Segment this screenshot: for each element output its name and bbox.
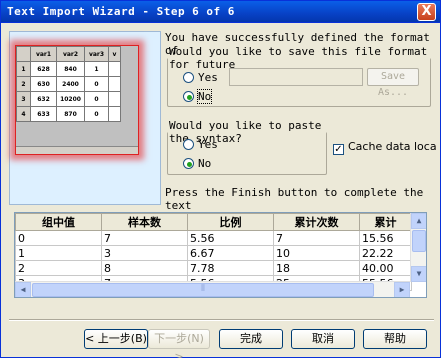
preview-cell: 2 [16,76,31,92]
preview-scrollbar [16,146,138,154]
preview-cell: 0 [84,91,109,107]
preview-cell: 840 [56,61,85,77]
scroll-right-icon[interactable]: ▶ [394,282,410,297]
preview-cell: 633 [30,106,57,122]
preview-cell: 0 [84,106,109,122]
save-as-button[interactable]: Save As... [367,68,419,98]
grid-header[interactable]: 比例 [187,213,274,231]
preview-corner [16,46,31,62]
paste-yes-radio[interactable]: Yes [183,138,218,151]
next-button[interactable]: 下一步(N) > [148,329,210,358]
preview-cell: 3 [16,91,31,107]
grid-cell: 40.00 [359,260,412,276]
close-button[interactable]: X [417,3,436,21]
grid-cell: 2 [15,260,102,276]
wizard-window: Text Import Wizard - Step 6 of 6 X var1 … [0,0,441,358]
grid-horizontal-scrollbar[interactable]: ◀ ⦀ ▶ [15,281,410,297]
scroll-left-icon[interactable]: ◀ [15,282,31,297]
preview-cell: 632 [30,91,57,107]
title-bar[interactable]: Text Import Wizard - Step 6 of 6 X [1,1,440,23]
divider [9,319,434,321]
help-button[interactable]: 帮助 [363,329,427,349]
cancel-button[interactable]: 取消 [291,329,355,349]
data-grid-table: 组中值 样本数 比例 累计次数 累计 0 7 5.56 7 15.56 1 3 6.67 10… [15,213,412,291]
grid-cell: 7 [273,230,360,246]
grid-cell: 7 [101,230,188,246]
preview-cell: 2400 [56,76,85,92]
cache-data-checkbox[interactable]: ✓ Cache data loca [333,140,437,155]
grid-cell: 5.56 [187,230,274,246]
paste-no-radio[interactable]: No [183,157,211,170]
window-title: Text Import Wizard - Step 6 of 6 [7,5,235,18]
scroll-up-icon[interactable]: ▲ [411,213,426,229]
save-yes-radio[interactable]: Yes [183,71,218,84]
radio-selected-icon [183,91,194,102]
cache-data-label: Cache data loca [348,140,437,153]
radio-icon [183,139,194,150]
paste-yes-label: Yes [198,138,218,151]
grid-cell: 22.22 [359,245,412,261]
scroll-down-icon[interactable]: ▼ [411,266,426,282]
preview-header: var1 [30,46,57,62]
grid-cell: 1 [15,245,102,261]
back-button[interactable]: < 上一步(B) [84,329,148,349]
preview-cell: 4 [16,106,31,122]
grid-cell: 15.56 [359,230,412,246]
scroll-thumb-vertical[interactable] [412,230,426,252]
save-no-label: No [196,89,213,104]
grid-header[interactable]: 累计 [359,213,412,231]
preview-cell: 10200 [56,91,85,107]
preview-cell: 1 [16,61,31,77]
checkmark-icon: ✓ [333,144,344,155]
grid-header[interactable]: 样本数 [101,213,188,231]
scroll-thumb-horizontal[interactable]: ⦀ [32,283,374,297]
save-yes-label: Yes [198,71,218,84]
finish-instruction: Press the Finish button to complete the … [165,186,424,212]
preview-header: var2 [56,46,85,62]
table-row: 1 3 6.67 10 22.22 [15,245,412,261]
data-grid[interactable]: 组中值 样本数 比例 累计次数 累计 0 7 5.56 7 15.56 1 3 6.67 10… [14,212,427,298]
grid-cell: 3 [101,245,188,261]
finish-button[interactable]: 完成 [219,329,283,349]
preview-cell: 630 [30,76,57,92]
grid-header[interactable]: 累计次数 [273,213,360,231]
grid-cell: 8 [101,260,188,276]
grid-header[interactable]: 组中值 [15,213,102,231]
radio-icon [183,72,194,83]
preview-cell: 628 [30,61,57,77]
preview-cell: 1 [84,61,109,77]
radio-selected-icon [183,158,194,169]
grid-cell: 10 [273,245,360,261]
table-row: 0 7 5.56 7 15.56 [15,230,412,246]
save-no-radio[interactable]: No [183,89,213,104]
grid-vertical-scrollbar[interactable]: ▲ ▼ [410,213,426,282]
file-format-field[interactable] [229,68,363,86]
grid-cell: 6.67 [187,245,274,261]
preview-cell: 870 [56,106,85,122]
table-row: 2 8 7.78 18 40.00 [15,260,412,276]
preview-image: var1 var2 var3 v 1 628 840 1 2 630 2400 0 3 632… [15,45,139,155]
grid-cell: 7.78 [187,260,274,276]
preview-header: v [108,46,121,62]
paste-no-label: No [198,157,212,170]
preview-cell: 0 [84,76,109,92]
grid-cell: 18 [273,260,360,276]
preview-table: var1 var2 var3 v 1 628 840 1 2 630 2400 0 3 632… [16,46,121,122]
grid-cell: 0 [15,230,102,246]
preview-header: var3 [84,46,109,62]
